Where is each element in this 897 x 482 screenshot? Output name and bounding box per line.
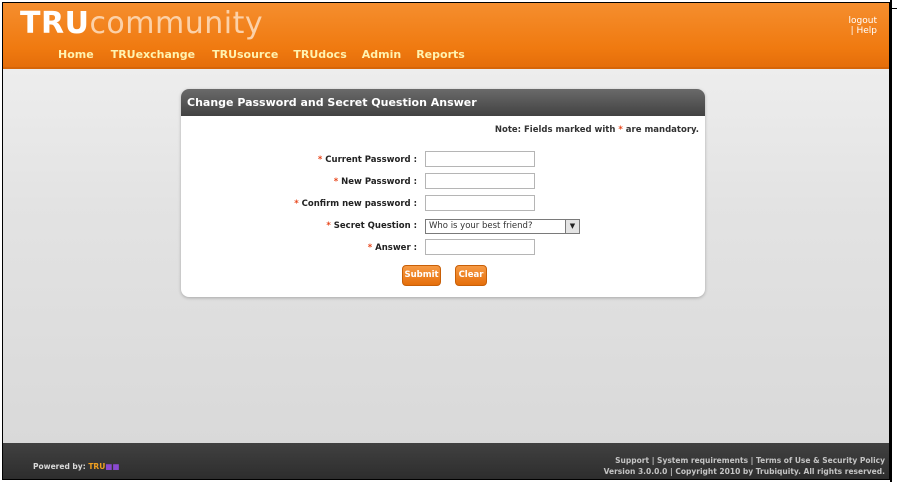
copyright-text: Version 3.0.0.0 | Copyright 2010 by Trub… [603, 467, 885, 476]
required-star: * [367, 243, 373, 253]
browser-page: TRUcommunity Home TRUexchange TRUsource … [2, 2, 890, 480]
row-answer: * Answer : [181, 239, 705, 257]
answer-label-text: Answer : [375, 243, 417, 253]
change-password-panel: Change Password and Secret Question Answ… [181, 89, 705, 297]
chevron-down-icon[interactable]: ▼ [565, 220, 579, 233]
nav-trudocs[interactable]: TRUdocs [293, 48, 346, 61]
answer-field[interactable] [425, 239, 535, 255]
secret-question-label: * Secret Question : [326, 221, 417, 231]
current-password-label-text: Current Password : [325, 155, 417, 165]
system-requirements-link[interactable]: System requirements [657, 456, 748, 465]
row-current-password: * Current Password : [181, 151, 705, 169]
edge-tick [892, 0, 897, 9]
site-footer: Powered by: TRU■■ Support | System requi… [3, 443, 889, 479]
nav-truexchange[interactable]: TRUexchange [111, 48, 195, 61]
secret-question-label-text: Secret Question : [333, 221, 417, 231]
support-link[interactable]: Support [615, 456, 649, 465]
required-star: * [294, 199, 299, 209]
logout-link[interactable]: logout [849, 16, 877, 26]
required-star: * [333, 177, 339, 187]
panel-title: Change Password and Secret Question Answ… [181, 89, 705, 116]
confirm-password-label: * Confirm new password : [294, 199, 417, 209]
logo-primary: TRU [20, 6, 90, 41]
answer-label: * Answer : [368, 243, 417, 253]
secret-question-select[interactable]: Who is your best friend? ▼ [425, 219, 580, 234]
submit-button[interactable]: Submit [402, 265, 441, 286]
mandatory-note: Note: Fields marked with * are mandatory… [495, 125, 699, 135]
logo: TRUcommunity [20, 6, 263, 41]
help-link[interactable]: | Help [851, 26, 877, 36]
row-secret-question: * Secret Question : Who is your best fri… [181, 219, 705, 237]
clear-button[interactable]: Clear [455, 265, 487, 286]
note-suffix: are mandatory. [625, 125, 699, 135]
note-prefix: Note: Fields marked with [494, 125, 616, 135]
main-nav: Home TRUexchange TRUsource TRUdocs Admin… [58, 48, 475, 61]
new-password-label: * New Password : [334, 177, 417, 187]
window-edge [890, 0, 897, 482]
nav-reports[interactable]: Reports [416, 48, 465, 61]
new-password-field[interactable] [425, 173, 535, 189]
row-new-password: * New Password : [181, 173, 705, 191]
powered-by: Powered by: TRU■■ [33, 462, 119, 471]
new-password-label-text: New Password : [341, 177, 417, 187]
nav-trusource[interactable]: TRUsource [212, 48, 278, 61]
powered-by-brand: TRU [88, 462, 106, 471]
header-links: logout | Help [849, 16, 877, 36]
required-star: * [326, 221, 331, 231]
terms-link[interactable]: Terms of Use & Security Policy [756, 456, 885, 465]
secret-question-value: Who is your best friend? [429, 221, 533, 231]
brand-logo-mark: ■■ [105, 462, 120, 471]
note-star: * [618, 125, 623, 135]
site-header: TRUcommunity Home TRUexchange TRUsource … [3, 3, 889, 69]
nav-home[interactable]: Home [58, 48, 94, 61]
logo-secondary: community [89, 6, 264, 41]
powered-by-label: Powered by: [33, 462, 86, 471]
nav-admin[interactable]: Admin [362, 48, 401, 61]
confirm-password-label-text: Confirm new password : [301, 199, 417, 209]
current-password-label: * Current Password : [318, 155, 417, 165]
required-star: * [317, 155, 323, 165]
confirm-password-field[interactable] [425, 195, 535, 211]
current-password-field[interactable] [425, 151, 535, 167]
row-confirm-password: * Confirm new password : [181, 195, 705, 213]
footer-links: Support | System requirements | Terms of… [603, 456, 885, 476]
